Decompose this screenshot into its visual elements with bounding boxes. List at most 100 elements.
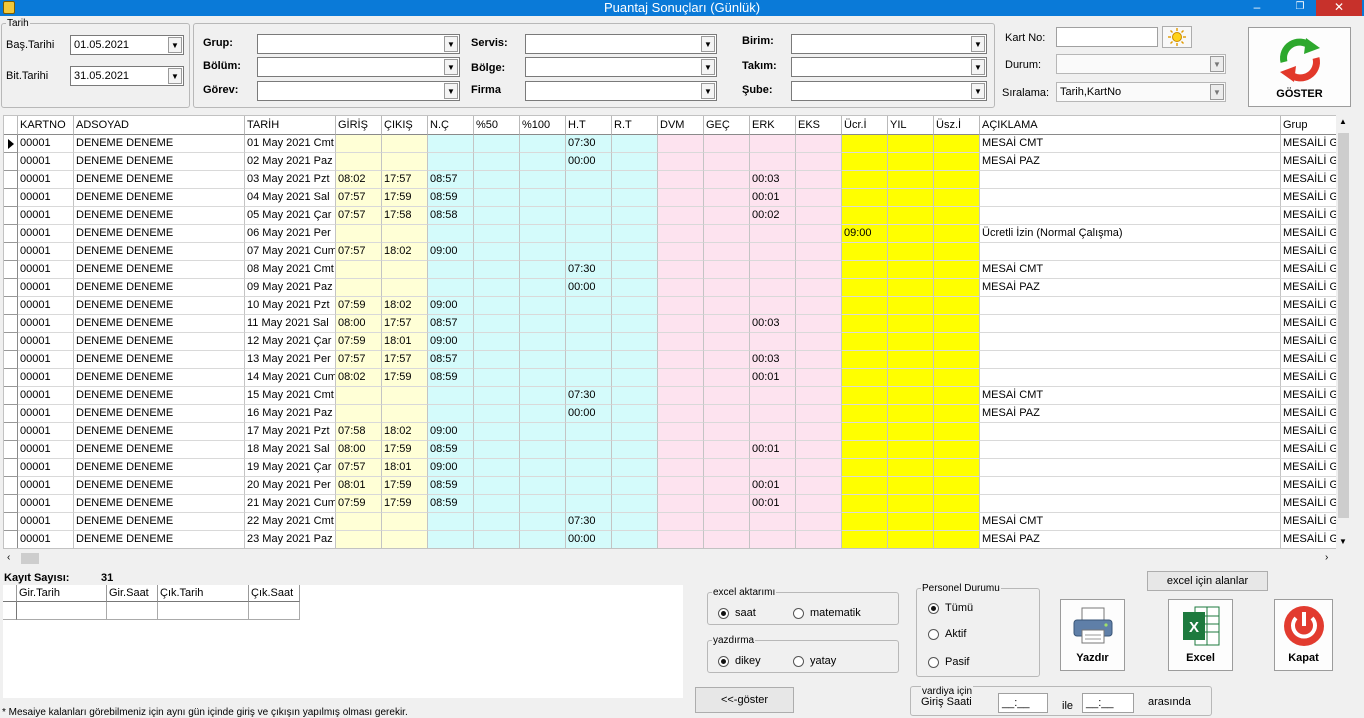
cell-giris[interactable]: 07:57 [336, 243, 382, 261]
cell-yil[interactable] [888, 135, 934, 153]
vertical-scroll-thumb[interactable] [1338, 133, 1349, 518]
cell-p100[interactable] [520, 477, 566, 495]
cell-ucri[interactable] [842, 477, 888, 495]
cell-grup[interactable]: MESAİLİ G [1281, 297, 1341, 315]
cell-giris[interactable] [336, 135, 382, 153]
yatay-radio[interactable] [793, 656, 804, 667]
cell-cikis[interactable] [382, 513, 428, 531]
cell-adsoyad[interactable]: DENEME DENEME [74, 171, 245, 189]
cell-kartno[interactable]: 00001 [18, 513, 74, 531]
cell-yil[interactable] [888, 171, 934, 189]
saat-radio[interactable] [718, 608, 729, 619]
row-indicator[interactable] [4, 351, 18, 369]
cell-rt[interactable] [612, 297, 658, 315]
cell-erk[interactable] [750, 405, 796, 423]
cell-giris[interactable]: 08:01 [336, 477, 382, 495]
col-header-rt[interactable]: R.T [612, 116, 658, 135]
cell-cikis[interactable]: 17:57 [382, 351, 428, 369]
cell-ucri[interactable] [842, 243, 888, 261]
cell-giris[interactable]: 07:57 [336, 207, 382, 225]
cell-cikis[interactable]: 17:59 [382, 495, 428, 513]
cell-erk[interactable] [750, 279, 796, 297]
cell-erk[interactable] [750, 531, 796, 548]
results-grid[interactable]: KARTNO ADSOYAD TARİH GİRİŞ ÇIKIŞ N.Ç %50 %100 H.… [3, 115, 1351, 549]
cell-giris[interactable]: 07:59 [336, 333, 382, 351]
cell-rt[interactable] [612, 189, 658, 207]
cell-uszi[interactable] [934, 459, 980, 477]
cell-uszi[interactable] [934, 261, 980, 279]
cell-nc[interactable]: 08:59 [428, 189, 474, 207]
cell-grup[interactable]: MESAİLİ G [1281, 459, 1341, 477]
cell-dvm[interactable] [658, 315, 704, 333]
col-header-cikis[interactable]: ÇIKIŞ [382, 116, 428, 135]
cell-adsoyad[interactable]: DENEME DENEME [74, 459, 245, 477]
row-indicator[interactable] [4, 531, 18, 548]
yazdir-button[interactable]: Yazdır [1060, 599, 1125, 671]
cell-rt[interactable] [612, 405, 658, 423]
cell-tarih[interactable]: 03 May 2021 Pzt [245, 171, 336, 189]
cell-nc[interactable]: 08:58 [428, 207, 474, 225]
cell-p100[interactable] [520, 369, 566, 387]
cell-ht[interactable] [566, 459, 612, 477]
cell-grup[interactable]: MESAİLİ G [1281, 531, 1341, 548]
cell-nc[interactable]: 09:00 [428, 333, 474, 351]
scroll-left-icon[interactable]: ‹ [7, 552, 10, 563]
cell-aciklama[interactable]: MESAİ PAZ [980, 405, 1281, 423]
col-header-uszi[interactable]: Üsz.İ [934, 116, 980, 135]
col-header-erk[interactable]: ERK [750, 116, 796, 135]
cell-p50[interactable] [474, 351, 520, 369]
cell-p100[interactable] [520, 261, 566, 279]
cell-adsoyad[interactable]: DENEME DENEME [74, 243, 245, 261]
cell-uszi[interactable] [934, 189, 980, 207]
cell-giris[interactable]: 07:57 [336, 351, 382, 369]
cell-nc[interactable]: 09:00 [428, 423, 474, 441]
bolum-select[interactable]: ▼ [257, 57, 460, 77]
cell-giris[interactable] [336, 405, 382, 423]
entry-exit-grid[interactable]: Gir.Tarih Gir.Saat Çık.Tarih Çık.Saat [3, 585, 683, 698]
horizontal-scrollbar[interactable]: ‹ › [3, 551, 1336, 566]
cell-giris[interactable] [336, 225, 382, 243]
cell-p100[interactable] [520, 513, 566, 531]
cell-dvm[interactable] [658, 225, 704, 243]
cell-adsoyad[interactable]: DENEME DENEME [74, 279, 245, 297]
cell-gec[interactable] [704, 459, 750, 477]
cell-giris[interactable] [336, 153, 382, 171]
cell-gec[interactable] [704, 297, 750, 315]
cell-gec[interactable] [704, 405, 750, 423]
cell-tarih[interactable]: 17 May 2021 Pzt [245, 423, 336, 441]
cell-tarih[interactable]: 06 May 2021 Per [245, 225, 336, 243]
sube-select[interactable]: ▼ [791, 81, 987, 101]
cell-dvm[interactable] [658, 135, 704, 153]
excel-button[interactable]: X Excel [1168, 599, 1233, 671]
chevron-down-icon[interactable]: ▼ [971, 59, 985, 75]
dikey-radio[interactable] [718, 656, 729, 667]
entry-cell[interactable] [249, 602, 300, 620]
cell-cikis[interactable]: 17:57 [382, 171, 428, 189]
col-header-gec[interactable]: GEÇ [704, 116, 750, 135]
cell-eks[interactable] [796, 189, 842, 207]
cell-erk[interactable] [750, 261, 796, 279]
cell-cikis[interactable]: 18:02 [382, 423, 428, 441]
cell-cikis[interactable]: 17:59 [382, 369, 428, 387]
col-header-kartno[interactable]: KARTNO [18, 116, 74, 135]
cell-nc[interactable]: 08:57 [428, 171, 474, 189]
cell-rt[interactable] [612, 135, 658, 153]
cell-erk[interactable] [750, 225, 796, 243]
cell-gec[interactable] [704, 207, 750, 225]
col-header-p50[interactable]: %50 [474, 116, 520, 135]
cell-yil[interactable] [888, 495, 934, 513]
cell-nc[interactable] [428, 531, 474, 548]
cell-p50[interactable] [474, 405, 520, 423]
cell-kartno[interactable]: 00001 [18, 423, 74, 441]
cell-ucri[interactable] [842, 171, 888, 189]
col-header-ucri[interactable]: Ücr.İ [842, 116, 888, 135]
cell-gec[interactable] [704, 171, 750, 189]
cell-rt[interactable] [612, 423, 658, 441]
cell-yil[interactable] [888, 207, 934, 225]
cell-uszi[interactable] [934, 531, 980, 548]
cell-uszi[interactable] [934, 441, 980, 459]
cell-dvm[interactable] [658, 261, 704, 279]
cell-rt[interactable] [612, 333, 658, 351]
cell-cikis[interactable] [382, 135, 428, 153]
sun-icon-button[interactable] [1162, 26, 1192, 48]
